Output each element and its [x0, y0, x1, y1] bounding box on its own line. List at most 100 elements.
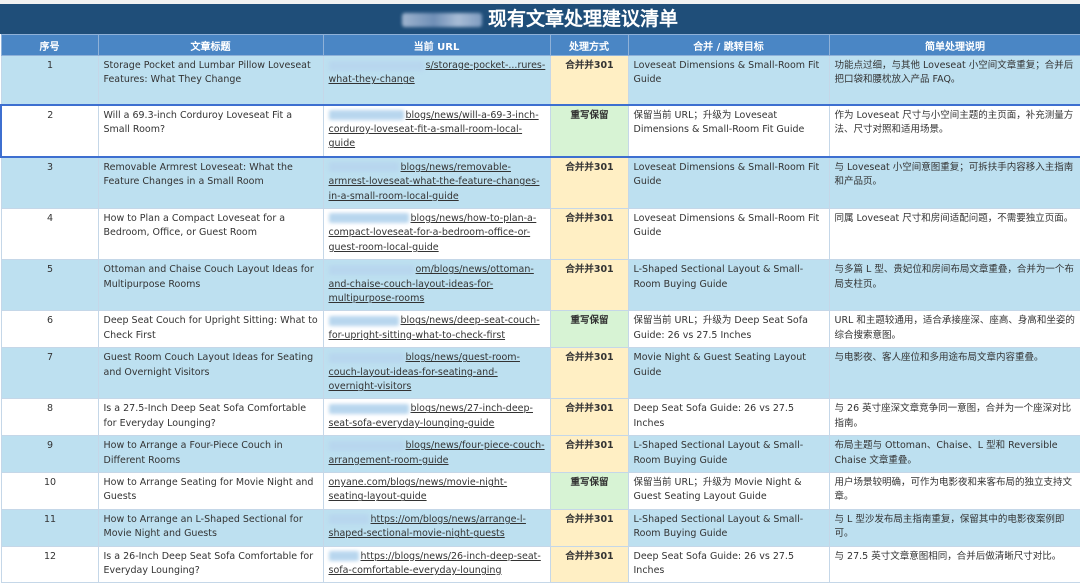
table-row[interactable]: 5 Ottoman and Chaise Couch Layout Ideas f…: [0, 259, 1080, 312]
article-title-cell-text: Removable Armrest Loveseat: What the Fea…: [103, 161, 293, 188]
action-cell: 重写保留: [549, 103, 629, 158]
redacted-domain: [328, 213, 409, 224]
table-row[interactable]: 2 Will a 69.3-inch Corduroy Loveseat Fit …: [0, 103, 1080, 158]
table-row[interactable]: 1 Storage Pocket and Lumbar Pillow Lovese…: [0, 55, 1080, 105]
action-cell: 合并并301: [549, 55, 629, 105]
target-cell: L-Shaped Sectional Layout & Small-Room B…: [627, 259, 830, 312]
article-title-cell-text: Guest Room Couch Layout Ideas for Seatin…: [103, 352, 314, 378]
column-header-title[interactable]: 文章标题: [97, 34, 324, 56]
article-title-cell-text: How to Arrange a Four-Piece Couch in Dif…: [103, 440, 283, 466]
note-cell: 与电影夜、客人座位和多用途布局文章内容重叠。: [828, 347, 1080, 400]
article-title-cell-text: Storage Pocket and Lumbar Pillow Lovesea…: [103, 60, 311, 86]
article-title-cell: Is a 27.5-Inch Deep Seat Sofa Comfortabl…: [97, 398, 324, 437]
current-url-link-text[interactable]: onyane.com/blogs/news/movie-night-seatin…: [329, 477, 508, 502]
target-cell: Deep Seat Sofa Guide: 26 vs 27.5 Inches: [627, 545, 830, 583]
current-url-link[interactable]: om/blogs/news/ottoman-and-chaise-couch-l…: [322, 259, 551, 312]
action-cell-text: 合并并301: [565, 161, 614, 173]
row-number: 3: [0, 156, 99, 209]
action-cell: 合并并301: [549, 398, 629, 437]
current-url-link[interactable]: blogs/news/27-inch-deep-seat-sofa-everyd…: [322, 398, 551, 437]
note-cell: 用户场景较明确，可作为电影夜和来客布局的独立支持文章。: [828, 472, 1080, 510]
table-row[interactable]: 7 Guest Room Couch Layout Ideas for Seati…: [0, 347, 1080, 400]
table-header-row: 序号 文章标题 当前 URL 处理方式 合并 / 跳转目标 简单处理说明: [0, 34, 1080, 56]
table-row[interactable]: 6 Deep Seat Couch for Upright Sitting: Wh…: [0, 310, 1080, 349]
action-cell-text: 重写保留: [570, 477, 609, 489]
article-title-cell: How to Arrange Seating for Movie Night a…: [97, 472, 324, 510]
action-cell-text: 合并并301: [565, 212, 614, 224]
note-cell-text: URL 和主题较通用，适合承接座深、座高、身高和坐姿的综合搜索意图。: [834, 315, 1075, 341]
target-cell-text: Deep Seat Sofa Guide: 26 vs 27.5 Inches: [633, 550, 795, 577]
table-row[interactable]: 4 How to Plan a Compact Loveseat for a Be…: [0, 207, 1080, 261]
column-header-target[interactable]: 合并 / 跳转目标: [627, 34, 830, 56]
article-suggestion-table: 序号 文章标题 当前 URL 处理方式 合并 / 跳转目标 简单处理说明 1 St…: [0, 34, 1080, 583]
note-cell-text: 用户场景较明确，可作为电影夜和来客布局的独立支持文章。: [834, 477, 1073, 503]
current-url-link[interactable]: blogs/news/four-piece-couch-arrangement-…: [322, 435, 551, 474]
article-title-cell: Deep Seat Couch for Upright Sitting: Wha…: [97, 310, 324, 349]
action-cell: 合并并301: [549, 347, 629, 400]
column-header-note[interactable]: 简单处理说明: [828, 34, 1080, 56]
target-cell-text: 保留当前 URL；升级为 Movie Night & Guest Seating…: [633, 477, 802, 503]
current-url-link[interactable]: blogs/news/guest-room-couch-layout-ideas…: [322, 347, 551, 400]
target-cell-text: L-Shaped Sectional Layout & Small-Room B…: [633, 440, 804, 466]
action-cell: 合并并301: [549, 259, 629, 312]
column-header-url[interactable]: 当前 URL: [322, 34, 551, 56]
row-number: 12: [0, 545, 99, 583]
column-header-action[interactable]: 处理方式: [549, 34, 629, 56]
table-row[interactable]: 9 How to Arrange a Four-Piece Couch in Di…: [0, 435, 1080, 474]
row-number-text: 2: [47, 109, 54, 121]
article-title-cell-text: Ottoman and Chaise Couch Layout Ideas fo…: [103, 264, 314, 290]
column-header-no[interactable]: 序号: [0, 34, 99, 56]
table-row[interactable]: 3 Removable Armrest Loveseat: What the Fe…: [0, 156, 1080, 209]
current-url-link[interactable]: https://blogs/news/26-inch-deep-seat-sof…: [322, 545, 551, 583]
table-row[interactable]: 12 Is a 26-Inch Deep Seat Sofa Comfortabl…: [0, 545, 1080, 583]
row-number: 9: [0, 435, 99, 474]
current-url-link[interactable]: blogs/news/deep-seat-couch-for-upright-s…: [322, 310, 551, 349]
action-cell-text: 合并并301: [565, 440, 614, 452]
target-cell: 保留当前 URL；升级为 Loveseat Dimensions & Small…: [627, 103, 830, 158]
article-title-cell-text: Is a 26-Inch Deep Seat Sofa Comfortable …: [103, 550, 314, 577]
row-number-text: 4: [46, 212, 54, 224]
article-title-cell-text: How to Plan a Compact Loveseat for a Bed…: [103, 212, 286, 239]
target-cell-text: Deep Seat Sofa Guide: 26 vs 27.5 Inches: [633, 403, 795, 429]
article-title-cell-text: How to Arrange an L-Shaped Sectional for…: [103, 513, 303, 540]
current-url-link[interactable]: s/storage-pocket-...rures-what-they-chan…: [322, 55, 551, 105]
note-cell-text: 与多篇 L 型、贵妃位和房间布局文章重叠，合并为一个布局支柱页。: [834, 264, 1074, 290]
redacted-domain: [328, 352, 404, 363]
row-number-text: 8: [46, 403, 54, 415]
current-url-link-text[interactable]: https://blogs/news/26-inch-deep-seat-sof…: [329, 551, 541, 576]
article-title-cell-text: How to Arrange Seating for Movie Night a…: [103, 477, 314, 503]
redacted-domain: [328, 403, 409, 414]
current-url-link[interactable]: onyane.com/blogs/news/movie-night-seatin…: [322, 472, 551, 510]
sheet-title-banner: 现有文章处理建议清单: [0, 4, 1080, 34]
note-cell: URL 和主题较通用，适合承接座深、座高、身高和坐姿的综合搜索意图。: [828, 310, 1080, 349]
current-url-link[interactable]: blogs/news/removable-armrest-loveseat-wh…: [322, 156, 551, 209]
redacted-brand-logo: [401, 12, 482, 27]
table-row[interactable]: 8 Is a 27.5-Inch Deep Seat Sofa Comfortab…: [0, 398, 1080, 437]
article-title-cell-text: Deep Seat Couch for Upright Sitting: Wha…: [103, 315, 318, 341]
action-cell-text: 合并并301: [565, 352, 614, 364]
note-cell: 与 26 英寸座深文章竞争同一意图，合并为一个座深对比指南。: [828, 398, 1080, 437]
note-cell-text: 与 26 英寸座深文章竞争同一意图，合并为一个座深对比指南。: [834, 403, 1072, 429]
note-cell-text: 作为 Loveseat 尺寸与小空间主题的主页面，补充测量方法、尺寸对照和适用场…: [834, 109, 1074, 135]
redacted-domain: [328, 60, 424, 71]
row-number-text: 3: [46, 161, 54, 173]
note-cell: 功能点过细，与其他 Loveseat 小空间文章重复；合并后把口袋和腰枕放入产品…: [828, 55, 1080, 105]
redacted-domain: [328, 440, 404, 451]
current-url-link[interactable]: blogs/news/will-a-69-3-inch-corduroy-lov…: [322, 103, 551, 158]
row-number-text: 6: [46, 315, 54, 327]
target-cell-text: Loveseat Dimensions & Small-Room Fit Gui…: [633, 212, 820, 239]
note-cell: 布局主题与 Ottoman、Chaise、L 型和 Reversible Cha…: [828, 435, 1080, 474]
row-number-text: 9: [46, 440, 54, 452]
target-cell-text: Loveseat Dimensions & Small-Room Fit Gui…: [633, 60, 820, 86]
table-row[interactable]: 10 How to Arrange Seating for Movie Night…: [0, 472, 1080, 510]
target-cell: 保留当前 URL；升级为 Movie Night & Guest Seating…: [627, 472, 830, 510]
note-cell: 作为 Loveseat 尺寸与小空间主题的主页面，补充测量方法、尺寸对照和适用场…: [828, 103, 1080, 158]
redacted-domain: [328, 264, 414, 275]
current-url-link[interactable]: blogs/news/how-to-plan-a-compact-lovesea…: [322, 207, 551, 261]
redacted-domain: [328, 110, 404, 120]
note-cell: 与多篇 L 型、贵妃位和房间布局文章重叠，合并为一个布局支柱页。: [828, 259, 1080, 312]
sheet-title: 现有文章处理建议清单: [487, 8, 678, 30]
note-cell-text: 布局主题与 Ottoman、Chaise、L 型和 Reversible Cha…: [834, 440, 1058, 466]
note-cell-text: 与 27.5 英寸文章意图相同，合并后做清晰尺寸对比。: [834, 550, 1062, 562]
note-cell-text: 与 L 型沙发布局主指南重复，保留其中的电影夜案例即可。: [834, 513, 1065, 540]
